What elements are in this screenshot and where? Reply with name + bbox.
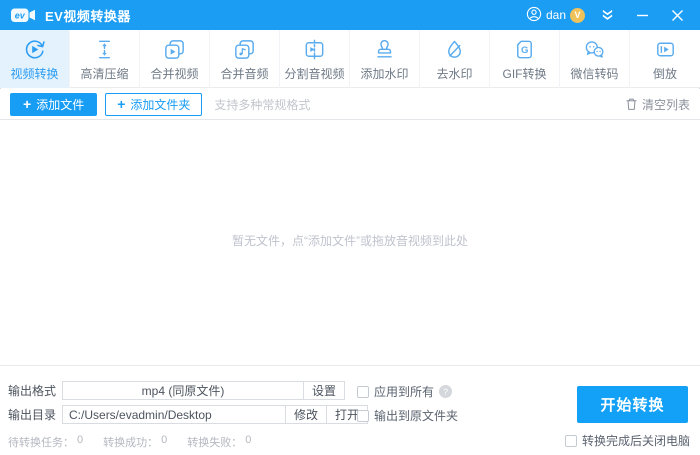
titlebar-controls: dan V [526, 2, 690, 28]
output-format-label: 输出格式 [8, 384, 57, 398]
shutdown-after-checkbox[interactable] [564, 434, 577, 447]
vip-badge: V [570, 7, 585, 23]
tab-gif-convert[interactable]: G GIF转换 [490, 30, 560, 88]
tab-wechat-transcode[interactable]: 微信转码 [560, 30, 630, 88]
pending-tasks-value: 0 [77, 434, 84, 446]
tab-label: 高清压缩 [80, 66, 129, 81]
start-convert-button[interactable]: 开始转换 [577, 386, 688, 423]
add-file-button[interactable]: + 添加文件 [10, 92, 98, 116]
tab-label: 分割音视频 [284, 66, 345, 81]
output-original-label: 输出到原文件夹 [374, 409, 459, 423]
shutdown-after-option: 转换完成后关闭电脑 [564, 432, 690, 449]
output-format-row: 输出格式 设置 [8, 381, 346, 400]
output-dir-label: 输出目录 [8, 408, 57, 422]
success-count-status: 转换成功： 0 [103, 434, 167, 450]
tab-add-watermark[interactable]: 添加水印 [350, 30, 420, 88]
user-icon [526, 6, 542, 25]
tab-label: 添加水印 [360, 66, 409, 81]
output-dir-input[interactable] [63, 406, 286, 423]
hd-compress-icon [98, 40, 111, 58]
add-file-label: 添加文件 [36, 97, 85, 112]
output-format-group: 设置 [62, 381, 346, 400]
file-list-dropzone[interactable]: 暂无文件，点“添加文件”或拖放音视频到此处 [0, 120, 700, 365]
tab-merge-audio[interactable]: 合并音频 [210, 30, 280, 88]
tab-hd-compress[interactable]: 高清压缩 [70, 30, 140, 88]
tab-label: GIF转换 [502, 66, 547, 81]
minimize-to-tray-button[interactable] [594, 2, 620, 28]
statusbar: 待转换任务： 0 转换成功： 0 转换失败： 0 [8, 434, 251, 450]
feature-tabbar: 视频转换 高清压缩 合并视频 合并音频 分割音视频 添加水印 去水印 G GIF… [0, 30, 700, 88]
titlebar: ev EV视频转换器 dan V [0, 0, 700, 30]
pending-tasks-status: 待转换任务： 0 [8, 434, 83, 450]
supported-formats-hint: 支持多种常规格式 [214, 97, 311, 112]
tab-label: 合并视频 [150, 66, 199, 81]
wechat-transcode-icon [585, 40, 604, 58]
format-settings-button[interactable]: 设置 [303, 382, 345, 399]
apply-all-checkbox[interactable] [357, 385, 369, 398]
gif-convert-icon: G [517, 40, 532, 58]
merge-audio-icon [235, 39, 254, 59]
tab-remove-watermark[interactable]: 去水印 [420, 30, 490, 88]
output-original-checkbox[interactable] [357, 409, 369, 422]
tab-split-media[interactable]: 分割音视频 [280, 30, 350, 88]
tab-label: 微信转码 [570, 66, 619, 81]
apply-all-label: 应用到所有 [374, 385, 435, 399]
empty-state-message: 暂无文件，点“添加文件”或拖放音视频到此处 [232, 234, 468, 248]
help-icon[interactable]: ? [439, 385, 453, 398]
merge-video-icon [165, 39, 184, 59]
tab-merge-video[interactable]: 合并视频 [140, 30, 210, 88]
output-original-option: 输出到原文件夹 [357, 407, 458, 424]
success-count-label: 转换成功： [103, 437, 159, 449]
failed-count-value: 0 [245, 434, 252, 446]
output-dir-group: 修改 打开 [62, 405, 369, 424]
dir-modify-button[interactable]: 修改 [285, 406, 327, 423]
add-folder-button[interactable]: + 添加文件夹 [105, 92, 203, 116]
tab-label: 合并音频 [220, 66, 269, 81]
minimize-button[interactable] [629, 2, 655, 28]
success-count-value: 0 [161, 434, 168, 446]
close-button[interactable] [664, 2, 690, 28]
app-window: ev EV视频转换器 dan V 视频转换 高清压缩 合并视频 合并音频 分割音… [0, 0, 700, 455]
app-title: EV视频转换器 [45, 8, 131, 24]
plus-icon: + [117, 96, 126, 112]
add-folder-label: 添加文件夹 [130, 97, 191, 112]
username: dan [545, 8, 566, 22]
trash-icon [626, 98, 637, 110]
user-account[interactable]: dan V [526, 6, 585, 25]
tab-reverse-play[interactable]: 倒放 [630, 30, 700, 88]
failed-count-status: 转换失败： 0 [187, 434, 251, 450]
output-format-input[interactable] [63, 382, 304, 399]
plus-icon: + [23, 96, 32, 112]
svg-text:G: G [521, 44, 528, 55]
split-media-icon [305, 39, 324, 59]
tab-label: 倒放 [652, 66, 677, 81]
svg-text:ev: ev [15, 10, 26, 20]
pending-tasks-label: 待转换任务： [8, 437, 74, 449]
remove-watermark-icon [448, 40, 461, 58]
clear-list-label: 清空列表 [641, 97, 690, 112]
video-convert-icon [25, 39, 45, 58]
tab-video-convert[interactable]: 视频转换 [0, 30, 70, 88]
shutdown-after-label: 转换完成后关闭电脑 [581, 434, 690, 448]
output-settings-panel: 输出格式 设置 应用到所有 ? 输出目录 修改 打开 输出到原文件夹 开始转换 [0, 365, 700, 455]
output-dir-row: 输出目录 修改 打开 [8, 405, 369, 424]
tab-label: 视频转换 [10, 66, 59, 81]
app-logo-icon: ev [10, 7, 37, 24]
tab-label: 去水印 [436, 66, 473, 81]
failed-count-label: 转换失败： [187, 437, 243, 449]
reverse-play-icon [656, 42, 674, 56]
apply-all-option: 应用到所有 ? [357, 383, 453, 400]
file-actionbar: + 添加文件 + 添加文件夹 支持多种常规格式 清空列表 [0, 89, 700, 120]
clear-list-button[interactable]: 清空列表 [625, 96, 690, 113]
add-watermark-icon [377, 39, 392, 58]
